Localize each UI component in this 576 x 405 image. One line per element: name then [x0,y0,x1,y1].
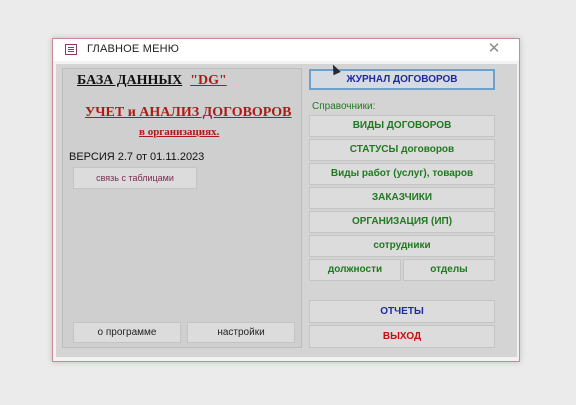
customers-button[interactable]: ЗАКАЗЧИКИ [309,187,495,209]
app-subline: в организациях. [139,126,220,138]
contract-types-button[interactable]: ВИДЫ ДОГОВОРОВ [309,115,495,137]
form-icon [65,44,77,55]
references-label: Справочники: [312,101,376,112]
work-types-button[interactable]: Виды работ (услуг), товаров [309,163,495,185]
close-icon[interactable]: ✕ [485,40,503,58]
positions-button[interactable]: должности [309,259,401,281]
window-title: ГЛАВНОЕ МЕНЮ [87,43,180,55]
database-label: БАЗА ДАННЫХ [77,73,183,88]
staff-button[interactable]: сотрудники [309,235,495,257]
app-headline: УЧЕТ и АНАЛИЗ ДОГОВОРОВ [85,105,292,120]
organization-button[interactable]: ОРГАНИЗАЦИЯ (ИП) [309,211,495,233]
info-panel: БАЗА ДАННЫХ "DG" УЧЕТ и АНАЛИЗ ДОГОВОРОВ … [62,68,302,348]
form-body: БАЗА ДАННЫХ "DG" УЧЕТ и АНАЛИЗ ДОГОВОРОВ … [56,64,517,357]
departments-button[interactable]: отделы [403,259,495,281]
database-name: "DG" [190,73,227,88]
about-button[interactable]: о программе [73,322,181,343]
contract-statuses-button[interactable]: СТАТУСЫ договоров [309,139,495,161]
title-bar[interactable]: ГЛАВНОЕ МЕНЮ ✕ [53,39,519,61]
version-text: ВЕРСИЯ 2.7 от 01.11.2023 [69,151,205,163]
reports-button[interactable]: ОТЧЕТЫ [309,300,495,323]
exit-button[interactable]: ВЫХОД [309,325,495,348]
settings-button[interactable]: настройки [187,322,295,343]
main-menu-window: ГЛАВНОЕ МЕНЮ ✕ БАЗА ДАННЫХ "DG" УЧЕТ и АН… [52,38,520,362]
link-tables-button[interactable]: связь с таблицами [73,167,197,189]
database-title: БАЗА ДАННЫХ "DG" [77,73,227,89]
